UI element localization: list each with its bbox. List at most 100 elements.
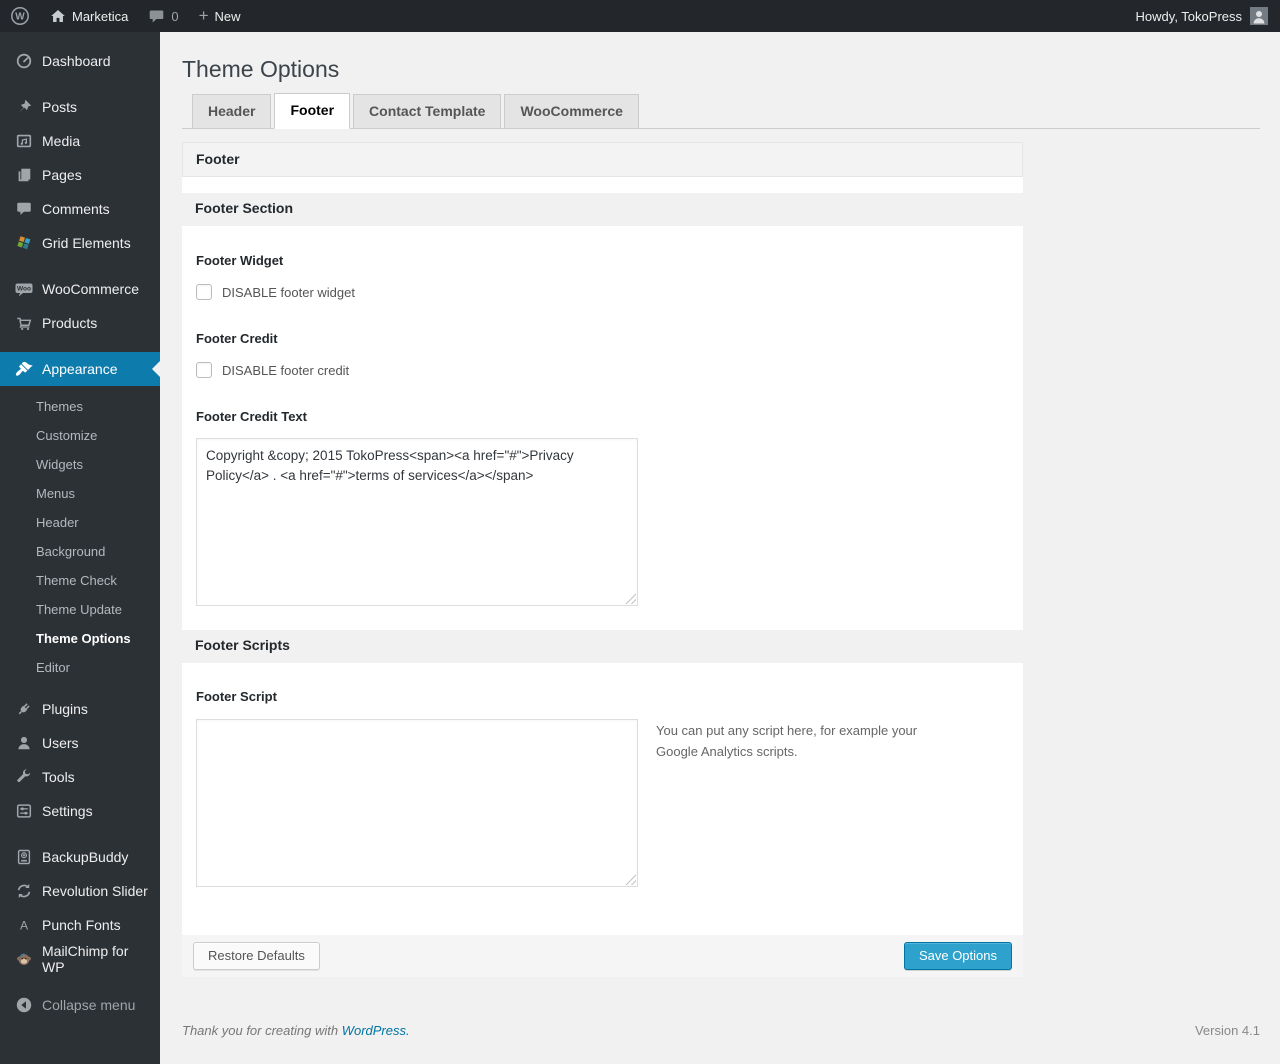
disable-footer-credit-checkbox[interactable] <box>196 362 212 378</box>
submenu-item-menus[interactable]: Menus <box>0 479 160 508</box>
footer-credit-text-label: Footer Credit Text <box>196 409 307 424</box>
submenu-item-editor[interactable]: Editor <box>0 653 160 682</box>
sidebar-item-woocommerce[interactable]: Woo WooCommerce <box>0 272 160 306</box>
submenu-item-themes[interactable]: Themes <box>0 392 160 421</box>
footer-section-heading: Footer Section <box>182 193 1023 226</box>
comment-bubble-icon <box>150 10 164 22</box>
submenu-item-background[interactable]: Background <box>0 537 160 566</box>
user-icon <box>14 733 34 753</box>
admin-bar: W Marketica 0 + New Howdy, TokoPress <box>0 0 1280 32</box>
sidebar-item-label: Appearance <box>42 361 118 377</box>
footer-script-label: Footer Script <box>196 689 277 704</box>
sidebar-item-posts[interactable]: Posts <box>0 90 160 124</box>
sidebar-item-label: BackupBuddy <box>42 849 129 865</box>
menu-separator <box>0 78 160 90</box>
submenu-item-header[interactable]: Header <box>0 508 160 537</box>
wordpress-logo-menu[interactable]: W <box>0 0 40 32</box>
save-options-button[interactable]: Save Options <box>903 942 1012 970</box>
new-content-menu[interactable]: + New <box>189 0 251 32</box>
tab-contact-template[interactable]: Contact Template <box>353 94 502 128</box>
admin-sidebar: Dashboard Posts Media Pages Comments Gri… <box>0 32 160 1064</box>
site-link[interactable]: Marketica <box>40 0 138 32</box>
wordpress-link[interactable]: WordPress. <box>342 1023 410 1038</box>
sidebar-item-label: Tools <box>42 769 75 785</box>
sidebar-item-settings[interactable]: Settings <box>0 794 160 828</box>
sidebar-item-backupbuddy[interactable]: BackupBuddy <box>0 840 160 874</box>
dashboard-icon <box>14 51 34 71</box>
main-content: Theme Options Header Footer Contact Temp… <box>160 0 1280 1064</box>
sidebar-item-users[interactable]: Users <box>0 726 160 760</box>
cart-icon <box>14 313 34 333</box>
backup-drive-icon <box>14 847 34 867</box>
comments-count: 0 <box>171 8 179 24</box>
letter-a-icon: A <box>14 915 34 935</box>
sidebar-item-label: Revolution Slider <box>42 883 148 899</box>
grid-elements-icon <box>14 233 34 253</box>
sidebar-item-products[interactable]: Products <box>0 306 160 340</box>
sidebar-item-punch-fonts[interactable]: A Punch Fonts <box>0 908 160 942</box>
restore-defaults-button[interactable]: Restore Defaults <box>193 942 320 970</box>
howdy-account-menu[interactable]: Howdy, TokoPress <box>1136 9 1242 24</box>
plus-icon: + <box>198 5 209 25</box>
submenu-item-customize[interactable]: Customize <box>0 421 160 450</box>
tab-woocommerce[interactable]: WooCommerce <box>504 94 639 128</box>
pushpin-icon <box>14 97 34 117</box>
comments-shortcut[interactable]: 0 <box>138 0 188 32</box>
sidebar-item-label: Punch Fonts <box>42 917 121 933</box>
mailchimp-monkey-icon <box>14 949 34 969</box>
wordpress-logo-icon: W <box>11 7 29 25</box>
panel-title: Footer <box>182 142 1023 177</box>
footer-widget-checkbox-row: DISABLE footer widget <box>196 284 1009 300</box>
footer-scripts-body: Footer Script You can put any script her… <box>182 663 1023 935</box>
sidebar-item-label: Users <box>42 735 79 751</box>
footer-thanks-text: Thank you for creating with WordPress. <box>182 1023 410 1038</box>
sidebar-item-label: Settings <box>42 803 93 819</box>
footer-widget-label: Footer Widget <box>196 253 284 268</box>
sidebar-item-mailchimp[interactable]: MailChimp for WP <box>0 942 160 976</box>
avatar-person-icon <box>1250 7 1268 25</box>
sidebar-item-plugins[interactable]: Plugins <box>0 692 160 726</box>
sidebar-item-revolution-slider[interactable]: Revolution Slider <box>0 874 160 908</box>
sidebar-item-tools[interactable]: Tools <box>0 760 160 794</box>
comments-icon <box>14 199 34 219</box>
footer-script-wrap <box>196 719 638 887</box>
sidebar-item-comments[interactable]: Comments <box>0 192 160 226</box>
tab-footer[interactable]: Footer <box>274 93 351 129</box>
new-label: New <box>214 8 241 24</box>
tab-bar: Header Footer Contact Template WooCommer… <box>182 93 1260 129</box>
footer-section-body: Footer Widget DISABLE footer widget Foot… <box>182 226 1023 630</box>
submenu-item-theme-options[interactable]: Theme Options <box>0 624 160 653</box>
panel-action-bar: Restore Defaults Save Options <box>182 935 1023 977</box>
sidebar-item-media[interactable]: Media <box>0 124 160 158</box>
submenu-item-theme-update[interactable]: Theme Update <box>0 595 160 624</box>
sidebar-item-appearance[interactable]: Appearance <box>0 352 160 386</box>
collapse-arrow-icon <box>14 995 34 1015</box>
sidebar-item-label: Comments <box>42 201 110 217</box>
submenu-item-widgets[interactable]: Widgets <box>0 450 160 479</box>
footer-credit-text-wrap: Copyright &copy; 2015 TokoPress<span><a … <box>196 438 638 606</box>
site-name: Marketica <box>72 8 129 24</box>
home-icon <box>51 10 65 22</box>
disable-footer-widget-checkbox[interactable] <box>196 284 212 300</box>
sidebar-item-label: WooCommerce <box>42 281 139 297</box>
collapse-menu-label: Collapse menu <box>42 997 136 1013</box>
tab-header[interactable]: Header <box>192 94 272 128</box>
footer-script-textarea[interactable] <box>196 719 638 887</box>
footer-credit-checkbox-row: DISABLE footer credit <box>196 362 1009 378</box>
appearance-submenu: Themes Customize Widgets Menus Header Ba… <box>0 386 160 692</box>
submenu-item-theme-check[interactable]: Theme Check <box>0 566 160 595</box>
sidebar-item-grid-elements[interactable]: Grid Elements <box>0 226 160 260</box>
menu-separator <box>0 260 160 272</box>
pages-icon <box>14 165 34 185</box>
footer-credit-text-textarea[interactable]: Copyright &copy; 2015 TokoPress<span><a … <box>196 438 638 606</box>
sidebar-item-pages[interactable]: Pages <box>0 158 160 192</box>
sidebar-item-label: Dashboard <box>42 53 111 69</box>
svg-text:W: W <box>15 12 25 23</box>
avatar[interactable] <box>1250 7 1268 25</box>
sidebar-item-dashboard[interactable]: Dashboard <box>0 44 160 78</box>
menu-separator <box>0 340 160 352</box>
sidebar-item-label: Pages <box>42 167 82 183</box>
collapse-menu-button[interactable]: Collapse menu <box>0 988 160 1022</box>
disable-footer-credit-label: DISABLE footer credit <box>222 362 350 378</box>
svg-text:A: A <box>20 918 29 932</box>
